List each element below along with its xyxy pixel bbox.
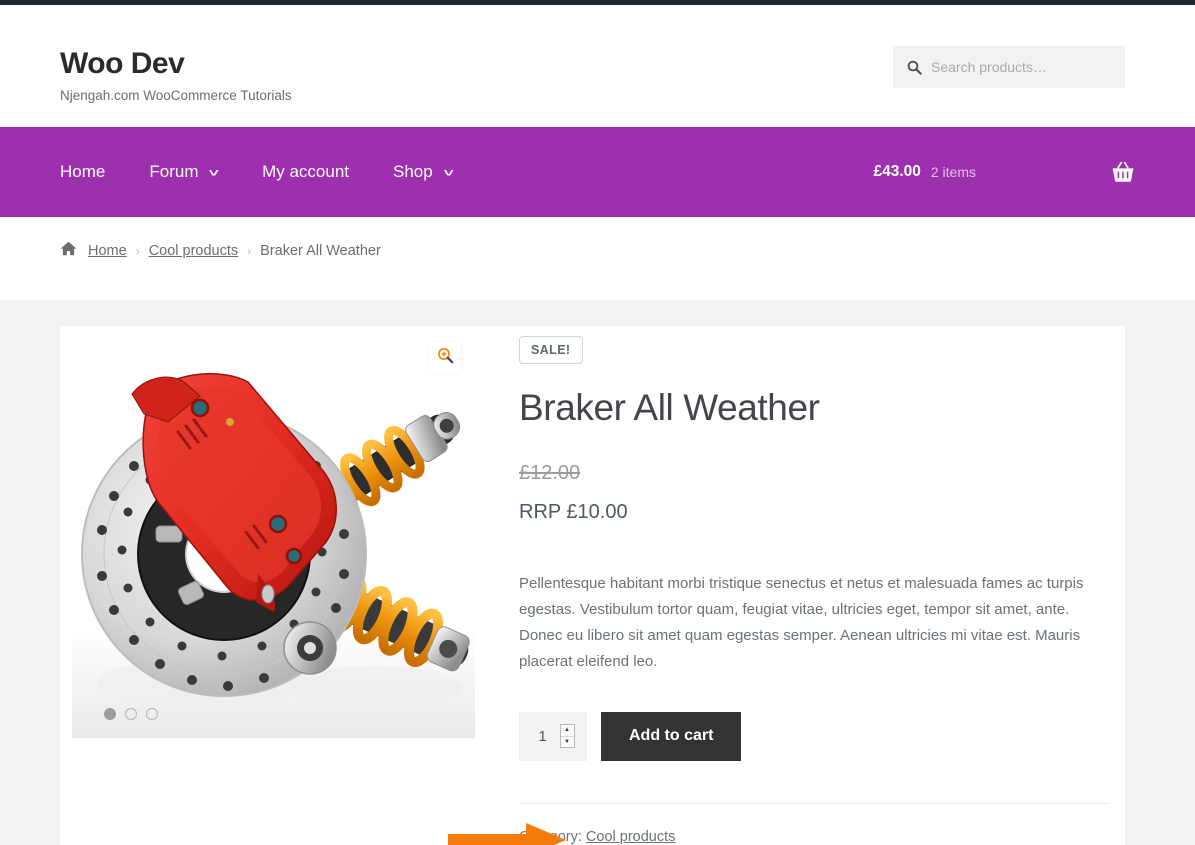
quantity-decrement-icon[interactable]: ▼ (561, 737, 574, 748)
product-gallery-image[interactable] (72, 326, 475, 738)
shopping-basket-icon[interactable] (1111, 161, 1135, 183)
site-title[interactable]: Woo Dev (60, 47, 185, 81)
price-original: £12.00 (519, 461, 581, 484)
magnifier-plus-icon (437, 347, 454, 369)
site-header: Woo Dev Njengah.com WooCommerce Tutorial… (0, 5, 1195, 127)
breadcrumb-separator: › (135, 243, 140, 258)
site-tagline: Njengah.com WooCommerce Tutorials (60, 88, 292, 103)
nav-menu: Home Forum ˅ My account Shop ˅ (60, 127, 496, 217)
add-to-cart-button[interactable]: Add to cart (601, 711, 742, 761)
category-label: Category: (519, 828, 582, 845)
product-summary: SALE! Braker All Weather £12.00 RRP £10.… (519, 336, 1109, 845)
nav-item-home[interactable]: Home (60, 162, 127, 182)
product-photo (72, 326, 475, 738)
chevron-down-icon: ˅ (209, 165, 220, 179)
nav-item-my-account[interactable]: My account (262, 162, 371, 182)
nav-item-forum[interactable]: Forum ˅ (149, 162, 240, 182)
product-title: Braker All Weather (519, 387, 820, 428)
home-icon[interactable] (60, 241, 77, 260)
quantity-spinner[interactable]: ▲ ▼ (559, 724, 575, 749)
primary-navigation-bar: Home Forum ˅ My account Shop ˅ £43.00 2 … (0, 127, 1195, 217)
image-zoom-button[interactable] (429, 342, 461, 374)
quantity-input[interactable] (531, 727, 554, 745)
quantity-stepper[interactable]: ▲ ▼ (519, 711, 587, 761)
price-block: £12.00 RRP £10.00 (519, 462, 1109, 524)
nav-item-label: Forum (149, 162, 199, 181)
meta-divider (519, 802, 1109, 804)
page-root: Woo Dev Njengah.com WooCommerce Tutorial… (0, 0, 1195, 845)
cart-summary[interactable]: £43.00 2 items (873, 127, 1135, 217)
chevron-down-icon: ˅ (443, 165, 454, 179)
breadcrumb-link-cool-products[interactable]: Cool products (149, 243, 238, 259)
breadcrumb-separator: › (247, 243, 252, 258)
breadcrumb-current-page: Braker All Weather (260, 242, 381, 259)
search-box[interactable] (893, 46, 1125, 88)
gallery-dot-3[interactable] (146, 708, 158, 720)
cart-total-amount: £43.00 (873, 163, 921, 180)
product-card: SALE! Braker All Weather £12.00 RRP £10.… (60, 326, 1125, 845)
nav-item-label: Home (60, 162, 106, 181)
add-to-cart-form: ▲ ▼ Add to cart (519, 711, 1109, 761)
quantity-increment-icon[interactable]: ▲ (560, 725, 574, 737)
nav-item-shop[interactable]: Shop ˅ (393, 162, 474, 182)
gallery-dot-1[interactable] (104, 708, 116, 720)
breadcrumb: Home › Cool products › Braker All Weathe… (60, 241, 381, 260)
breadcrumb-link-home[interactable]: Home (88, 243, 127, 259)
search-icon (907, 60, 922, 75)
gallery-pagination-dots (104, 708, 158, 720)
price-sale: RRP £10.00 (519, 500, 628, 523)
product-description: Pellentesque habitant morbi tristique se… (519, 574, 1084, 671)
cart-item-count: 2 items (930, 164, 976, 180)
breadcrumb-strip: Home › Cool products › Braker All Weathe… (0, 217, 1195, 300)
nav-item-label: My account (262, 162, 350, 181)
search-input[interactable] (931, 59, 1111, 75)
nav-item-label: Shop (393, 162, 433, 181)
gallery-dot-2[interactable] (125, 708, 137, 720)
category-link[interactable]: Cool products (586, 829, 675, 845)
product-category: Category: Cool products (519, 829, 1109, 845)
sale-badge: SALE! (519, 336, 583, 364)
